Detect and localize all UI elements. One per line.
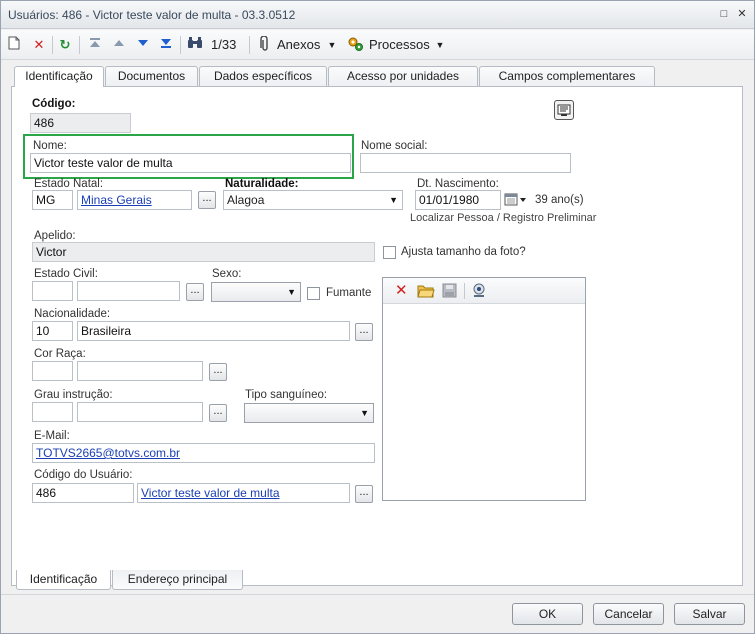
email-field[interactable]: TOTVS2665@totvs.com.br <box>32 443 375 463</box>
fumante-checkbox[interactable] <box>307 287 320 300</box>
localizar-pessoa-link[interactable]: Localizar Pessoa / Registro Preliminar <box>410 212 596 224</box>
chevron-down-icon: ▼ <box>360 408 369 418</box>
cor-raca-code-field[interactable] <box>32 361 73 381</box>
nacionalidade-code-field[interactable]: 10 <box>32 321 73 341</box>
cor-raca-label: Cor Raça: <box>34 348 86 360</box>
estado-civil-code-field[interactable] <box>32 281 73 301</box>
codigo-usuario-name-link[interactable]: Victor teste valor de multa <box>137 483 350 503</box>
restore-icon[interactable]: □ <box>718 8 730 20</box>
grau-instrucao-label: Grau instrução: <box>34 389 113 401</box>
sexo-label: Sexo: <box>212 268 242 280</box>
cor-raca-lookup-button[interactable]: ... <box>209 363 227 381</box>
anexos-menu[interactable]: Anexos <box>277 36 320 54</box>
tab-dados-especificos[interactable]: Dados específicos <box>199 66 327 86</box>
window-title: Usuários: 486 - Victor teste valor de mu… <box>8 8 296 22</box>
close-icon[interactable]: ✕ <box>736 8 748 20</box>
naturalidade-select[interactable]: Alagoa ▼ <box>223 190 403 210</box>
nome-field[interactable]: Victor teste valor de multa <box>30 153 351 173</box>
ajusta-foto-checkbox[interactable] <box>383 246 396 259</box>
fumante-label: Fumante <box>326 287 372 299</box>
estado-natal-uf-field[interactable]: MG <box>32 190 73 210</box>
save-photo-icon[interactable] <box>442 283 457 301</box>
new-document-icon[interactable] <box>7 36 21 54</box>
nome-label: Nome: <box>33 140 67 152</box>
nacionalidade-label: Nacionalidade: <box>34 308 111 320</box>
save-button[interactable]: Salvar <box>674 603 745 625</box>
first-record-icon[interactable] <box>87 36 103 54</box>
processos-menu[interactable]: Processos <box>369 36 430 54</box>
tipo-sanguineo-select[interactable]: ▼ <box>244 403 374 423</box>
delete-icon[interactable]: ✕ <box>31 36 47 54</box>
chevron-down-icon: ▼ <box>287 287 296 297</box>
apelido-field[interactable]: Victor <box>32 242 375 262</box>
estado-natal-label: Estado Natal: <box>34 178 104 190</box>
tab-identificacao[interactable]: Identificação <box>14 66 104 87</box>
naturalidade-label: Naturalidade: <box>225 178 299 190</box>
tab-campos-complementares[interactable]: Campos complementares <box>479 66 655 86</box>
nacionalidade-lookup-button[interactable]: ... <box>355 323 373 341</box>
photo-options-icon[interactable] <box>554 100 574 120</box>
refresh-icon[interactable]: ↻ <box>57 36 73 54</box>
codigo-usuario-label: Código do Usuário: <box>34 469 133 481</box>
nacionalidade-name-field[interactable]: Brasileira <box>77 321 350 341</box>
grau-instrucao-code-field[interactable] <box>32 402 73 422</box>
webcam-icon[interactable] <box>471 283 487 301</box>
tab-acesso-por-unidades[interactable]: Acesso por unidades <box>328 66 478 86</box>
anexos-dropdown-icon[interactable]: ▼ <box>327 36 337 54</box>
codigo-field[interactable]: 486 <box>30 113 131 133</box>
email-label: E-Mail: <box>34 430 70 442</box>
grau-instrucao-name-field[interactable] <box>77 402 203 422</box>
photo-area: ✕ <box>382 277 586 501</box>
cancel-button[interactable]: Cancelar <box>593 603 664 625</box>
next-record-icon[interactable] <box>135 36 151 54</box>
title-bar: Usuários: 486 - Victor teste valor de mu… <box>1 1 754 29</box>
chevron-down-icon: ▼ <box>389 195 398 205</box>
paperclip-icon[interactable] <box>257 35 273 54</box>
nome-social-label: Nome social: <box>361 140 428 152</box>
age-text: 39 ano(s) <box>535 194 584 206</box>
codigo-usuario-code-field[interactable]: 486 <box>32 483 134 503</box>
estado-civil-name-field[interactable] <box>77 281 180 301</box>
tab-bottom-identificacao[interactable]: Identificação <box>16 570 111 590</box>
sexo-select[interactable]: ▼ <box>211 282 301 302</box>
last-record-icon[interactable] <box>158 36 174 54</box>
dt-nascimento-label: Dt. Nascimento: <box>417 178 499 190</box>
estado-natal-name-link[interactable]: Minas Gerais <box>77 190 192 210</box>
photo-toolbar: ✕ <box>383 278 585 304</box>
dt-nascimento-field[interactable]: 01/01/1980 <box>415 190 501 210</box>
calendar-dropdown[interactable] <box>504 192 530 208</box>
tab-documentos[interactable]: Documentos <box>105 66 198 86</box>
codigo-usuario-lookup-button[interactable]: ... <box>355 485 373 503</box>
estado-civil-label: Estado Civil: <box>34 268 98 280</box>
cor-raca-name-field[interactable] <box>77 361 203 381</box>
nome-social-field[interactable] <box>360 153 571 173</box>
tipo-sanguineo-label: Tipo sanguíneo: <box>245 389 328 401</box>
record-position: 1/33 <box>211 37 237 52</box>
ok-button[interactable]: OK <box>512 603 583 625</box>
estado-civil-lookup-button[interactable]: ... <box>186 283 204 301</box>
ajusta-foto-label: Ajusta tamanho da foto? <box>401 246 526 258</box>
binoculars-icon[interactable] <box>186 36 204 54</box>
apelido-label: Apelido: <box>34 230 76 242</box>
gears-icon[interactable] <box>347 36 365 54</box>
processos-dropdown-icon[interactable]: ▼ <box>435 36 445 54</box>
estado-natal-lookup-button[interactable]: ... <box>198 191 216 209</box>
open-folder-icon[interactable] <box>417 283 435 301</box>
codigo-label: Código: <box>32 98 76 110</box>
grau-instrucao-lookup-button[interactable]: ... <box>209 404 227 422</box>
previous-record-icon[interactable] <box>111 36 127 54</box>
tab-bottom-endereco-principal[interactable]: Endereço principal <box>112 570 243 590</box>
user-window: Usuários: 486 - Victor teste valor de mu… <box>0 0 755 634</box>
delete-photo-icon[interactable]: ✕ <box>395 281 408 299</box>
toolbar: ✕ ↻ 1/33 Anexos ▼ Processos ▼ <box>1 30 754 60</box>
